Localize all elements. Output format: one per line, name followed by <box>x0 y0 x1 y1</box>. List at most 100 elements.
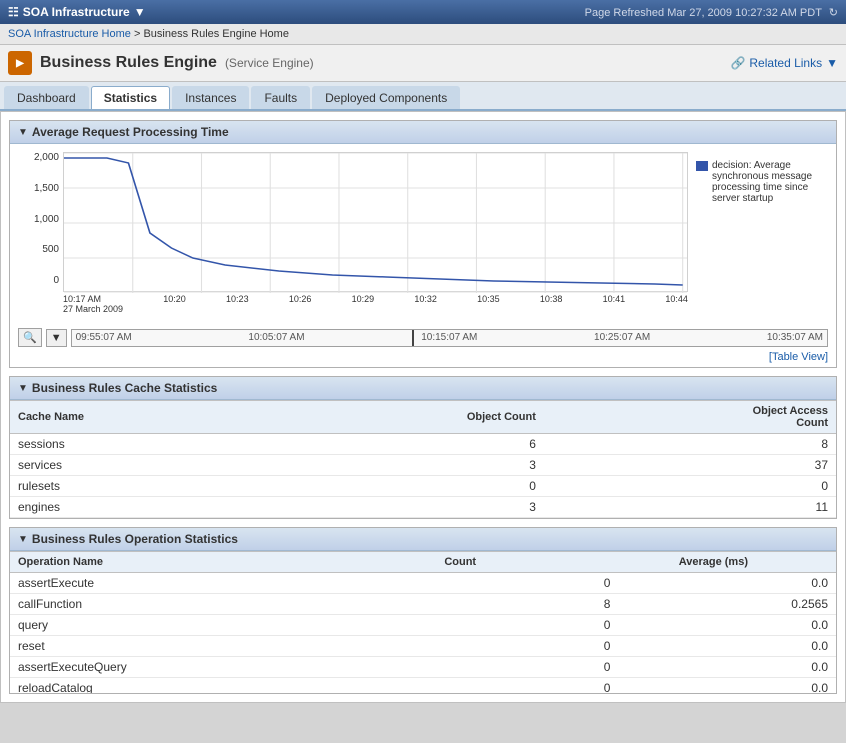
op-avg-assert-execute-query: 0.0 <box>618 657 836 678</box>
breadcrumb-separator: > <box>134 28 143 40</box>
timeline-time-1: 09:55:07 AM <box>76 332 132 343</box>
op-avg-call-function: 0.2565 <box>618 594 836 615</box>
operation-table-body-table: assertExecute 0 0.0 callFunction 8 0.256… <box>10 573 836 693</box>
chart-legend: decision: Average synchronous message pr… <box>688 152 828 316</box>
app-dropdown-icon[interactable]: ▼ <box>134 5 146 19</box>
op-scrollbar-header <box>756 552 836 573</box>
tab-deployed-components[interactable]: Deployed Components <box>312 86 460 109</box>
tab-instances[interactable]: Instances <box>172 86 249 109</box>
timeline-icon[interactable]: 🔍 <box>18 328 42 347</box>
legend-item: decision: Average synchronous message pr… <box>696 160 820 204</box>
page-header-left: ▶ Business Rules Engine (Service Engine) <box>8 51 314 75</box>
related-links-button[interactable]: 🔗 Related Links ▼ <box>730 56 838 70</box>
op-name-assert-execute-query: assertExecuteQuery <box>10 657 525 678</box>
legend-text: decision: Average synchronous message pr… <box>712 160 820 204</box>
timeline-cursor <box>412 330 414 346</box>
cache-name-rulesets: rulesets <box>10 476 272 497</box>
cache-count-engines: 3 <box>272 497 544 518</box>
chart-y-axis: 2,000 1,500 1,000 500 0 <box>18 152 63 316</box>
operation-section-header: ▼ Business Rules Operation Statistics <box>10 528 836 551</box>
op-col-average: Average (ms) <box>484 552 756 573</box>
legend-color-swatch <box>696 161 708 171</box>
app-title: SOA Infrastructure <box>23 5 130 19</box>
table-row: reset 0 0.0 <box>10 636 836 657</box>
related-links-chevron: ▼ <box>826 56 838 70</box>
timeline-time-2: 10:05:07 AM <box>248 332 304 343</box>
cache-toggle[interactable]: ▼ <box>18 383 28 394</box>
cache-count-sessions: 6 <box>272 434 544 455</box>
avg-request-section: ▼ Average Request Processing Time 2,000 … <box>9 120 837 368</box>
cache-section-header: ▼ Business Rules Cache Statistics <box>10 377 836 400</box>
avg-request-toggle[interactable]: ▼ <box>18 127 28 138</box>
op-count-call-function: 8 <box>525 594 619 615</box>
refresh-text: Page Refreshed Mar 27, 2009 10:27:32 AM … <box>585 6 838 19</box>
page-subtitle: (Service Engine) <box>225 56 314 70</box>
cache-count-rulesets: 0 <box>272 476 544 497</box>
refresh-icon[interactable]: ↻ <box>829 7 838 19</box>
bottom-gray <box>0 703 846 743</box>
timeline-bar[interactable]: 09:55:07 AM 10:05:07 AM 10:15:07 AM 10:2… <box>71 329 828 347</box>
app-title-bar: ☷ SOA Infrastructure ▼ <box>8 5 146 19</box>
op-avg-reset: 0.0 <box>618 636 836 657</box>
op-avg-query: 0.0 <box>618 615 836 636</box>
tab-faults[interactable]: Faults <box>251 86 310 109</box>
cache-table: Cache Name Object Count Object AccessCou… <box>10 400 836 518</box>
breadcrumb-current: Business Rules Engine Home <box>143 28 289 40</box>
page-header: ▶ Business Rules Engine (Service Engine)… <box>0 45 846 82</box>
cache-access-services: 37 <box>544 455 836 476</box>
cache-col-access-count: Object AccessCount <box>544 401 836 434</box>
op-avg-assert-execute: 0.0 <box>618 573 836 594</box>
op-col-name: Operation Name <box>10 552 332 573</box>
timeline-row: 🔍 ▼ 09:55:07 AM 10:05:07 AM 10:15:07 AM … <box>10 324 836 351</box>
op-name-assert-execute: assertExecute <box>10 573 525 594</box>
op-name-call-function: callFunction <box>10 594 525 615</box>
cache-access-engines: 11 <box>544 497 836 518</box>
top-bar: ☷ SOA Infrastructure ▼ Page Refreshed Ma… <box>0 0 846 24</box>
chart-main: 10:17 AM27 March 2009 10:20 10:23 10:26 … <box>63 152 688 316</box>
table-row: callFunction 8 0.2565 <box>10 594 836 615</box>
timeline-time-3: 10:15:07 AM <box>421 332 477 343</box>
timeline-times: 09:55:07 AM 10:05:07 AM 10:15:07 AM 10:2… <box>76 332 823 343</box>
link-icon: 🔗 <box>730 56 745 70</box>
page-icon: ▶ <box>8 51 32 75</box>
op-count-reset: 0 <box>525 636 619 657</box>
timeline-dropdown-icon[interactable]: ▼ <box>46 329 67 347</box>
chart-container: 2,000 1,500 1,000 500 0 <box>10 144 836 324</box>
table-row: sessions 6 8 <box>10 434 836 455</box>
operation-section: ▼ Business Rules Operation Statistics Op… <box>9 527 837 694</box>
op-name-reset: reset <box>10 636 525 657</box>
op-name-reload-catalog: reloadCatalog <box>10 678 525 694</box>
cache-access-rulesets: 0 <box>544 476 836 497</box>
table-row: reloadCatalog 0 0.0 <box>10 678 836 694</box>
cache-count-services: 3 <box>272 455 544 476</box>
cache-name-engines: engines <box>10 497 272 518</box>
operation-title: Business Rules Operation Statistics <box>32 532 238 546</box>
breadcrumb-home-link[interactable]: SOA Infrastructure Home <box>8 28 131 40</box>
operation-table-body: assertExecute 0 0.0 callFunction 8 0.256… <box>10 573 836 693</box>
table-row: assertExecuteQuery 0 0.0 <box>10 657 836 678</box>
cache-col-object-count: Object Count <box>272 401 544 434</box>
line-chart-svg <box>64 153 687 293</box>
avg-request-header: ▼ Average Request Processing Time <box>10 121 836 144</box>
tab-bar: Dashboard Statistics Instances Faults De… <box>0 82 846 111</box>
timeline-time-5: 10:35:07 AM <box>767 332 823 343</box>
operation-toggle[interactable]: ▼ <box>18 534 28 545</box>
table-row: services 3 37 <box>10 455 836 476</box>
tab-statistics[interactable]: Statistics <box>91 86 170 109</box>
op-avg-reload-catalog: 0.0 <box>618 678 836 694</box>
operation-table-container: Operation Name Count Average (ms) assert… <box>10 551 836 693</box>
table-row: assertExecute 0 0.0 <box>10 573 836 594</box>
table-row: engines 3 11 <box>10 497 836 518</box>
tab-dashboard[interactable]: Dashboard <box>4 86 89 109</box>
table-view-link[interactable]: [Table View] <box>10 351 836 367</box>
cache-table-body: sessions 6 8 services 3 37 rulesets 0 0 <box>10 434 836 518</box>
table-row: query 0 0.0 <box>10 615 836 636</box>
chart-x-axis: 10:17 AM27 March 2009 10:20 10:23 10:26 … <box>63 292 688 314</box>
cache-name-services: services <box>10 455 272 476</box>
cache-name-sessions: sessions <box>10 434 272 455</box>
cache-col-name: Cache Name <box>10 401 272 434</box>
operation-table: Operation Name Count Average (ms) <box>10 551 836 573</box>
cache-title: Business Rules Cache Statistics <box>32 381 217 395</box>
operation-table-scroll[interactable]: assertExecute 0 0.0 callFunction 8 0.256… <box>10 573 836 693</box>
op-name-query: query <box>10 615 525 636</box>
